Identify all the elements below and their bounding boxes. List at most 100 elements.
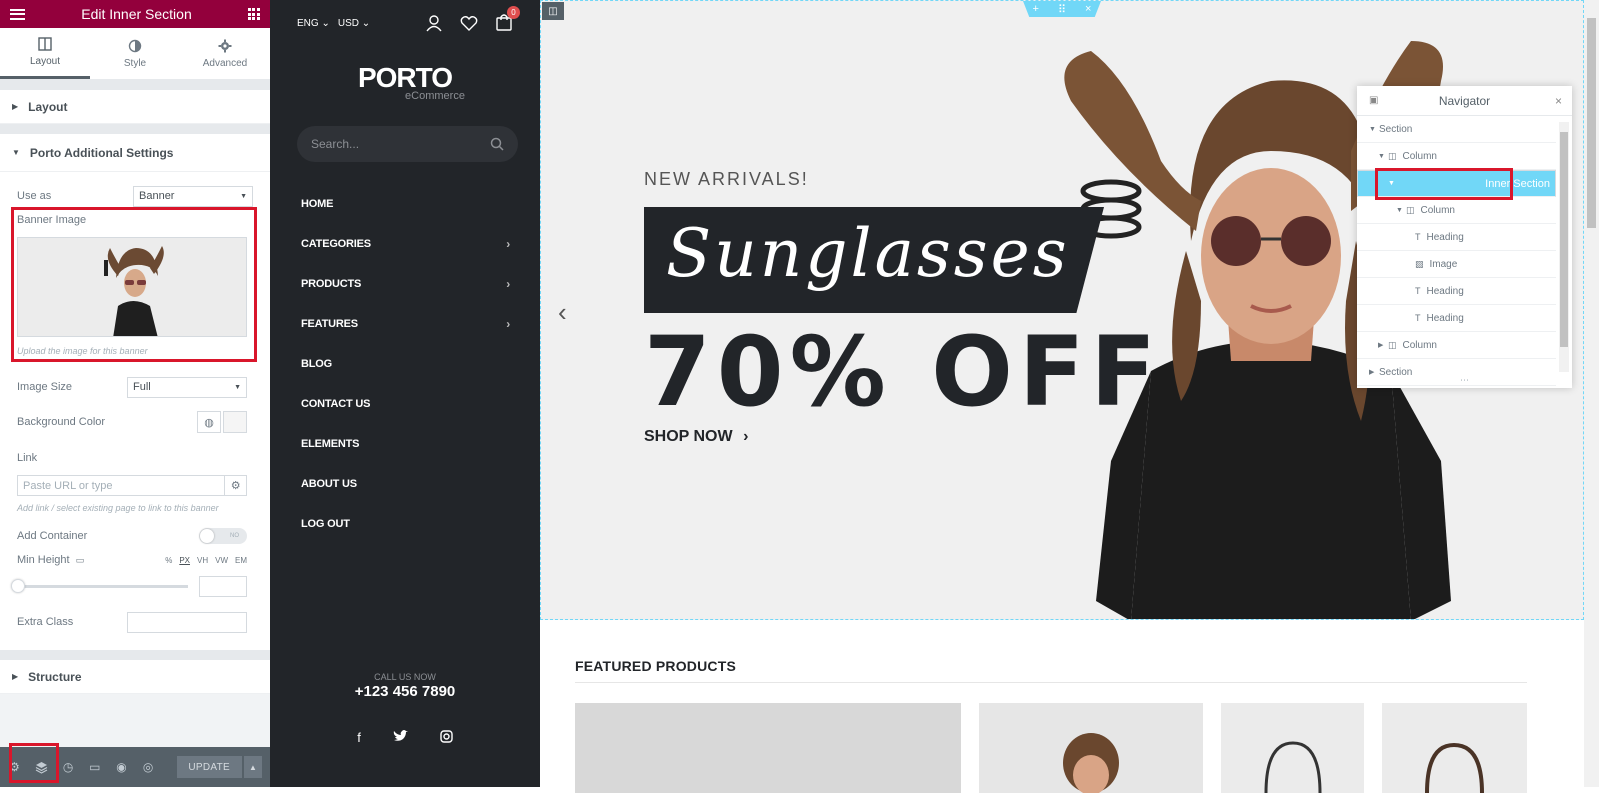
min-height-input[interactable]	[199, 576, 247, 597]
hero-eyebrow: NEW ARRIVALS!	[644, 169, 809, 189]
product-card-image[interactable]	[979, 703, 1203, 795]
menu-item[interactable]: CATEGORIES ›	[270, 224, 540, 264]
drag-handle-icon[interactable]: ⠿	[1058, 3, 1066, 16]
menu-item[interactable]: CONTACT US	[270, 384, 540, 424]
min-height-slider[interactable]	[11, 579, 189, 593]
menu-item-label: LOG OUT	[301, 518, 350, 530]
navigator-item[interactable]: T Heading	[1357, 305, 1556, 332]
menu-item-label: ABOUT US	[301, 478, 357, 490]
porto-settings-icon[interactable]: ◎	[142, 760, 155, 774]
extra-class-input[interactable]	[127, 611, 247, 633]
menu-item[interactable]: LOG OUT	[270, 504, 540, 544]
navigator-item[interactable]: ▼ ◫ Column	[1357, 143, 1556, 170]
menu-item[interactable]: ELEMENTS	[270, 424, 540, 464]
unit-vh[interactable]: VH	[197, 556, 208, 565]
navigator-item[interactable]: ▶ ◫ Column	[1357, 332, 1556, 359]
image-size-select[interactable]: Full ▼	[127, 376, 247, 398]
page-scrollbar[interactable]	[1584, 0, 1599, 787]
search-icon[interactable]	[490, 137, 504, 151]
menu-item[interactable]: PRODUCTS ›	[270, 264, 540, 304]
collapse-all-icon[interactable]: ▣	[1369, 95, 1378, 106]
section-edit-bar[interactable]: + ⠿ ×	[1023, 1, 1101, 17]
section-structure-toggle[interactable]: ▶ Structure	[0, 660, 270, 694]
tab-style[interactable]: Style	[90, 28, 180, 79]
phone-number[interactable]: +123 456 7890	[270, 683, 540, 700]
currency-switcher[interactable]: USD ⌄	[338, 18, 370, 29]
twitter-icon[interactable]	[393, 730, 408, 743]
product-card-image[interactable]	[575, 703, 961, 793]
menu-icon[interactable]	[10, 8, 25, 20]
navigator-item-label: Section	[1379, 123, 1413, 135]
history-icon[interactable]: ◷	[62, 760, 75, 774]
responsive-mode-icon[interactable]: ▭	[88, 760, 101, 774]
account-icon[interactable]	[425, 14, 443, 32]
caret-down-icon[interactable]: ▼	[1378, 153, 1388, 160]
use-as-select[interactable]: Banner ▼	[133, 185, 253, 207]
cart-button[interactable]: 0	[495, 5, 520, 34]
unit-em[interactable]: EM	[235, 556, 247, 565]
globe-icon[interactable]: ◍	[197, 411, 221, 433]
language-value: ENG	[297, 17, 319, 29]
navigator-item-label: Heading	[1426, 312, 1464, 324]
social-links: f	[270, 730, 540, 745]
menu-item[interactable]: FEATURES ›	[270, 304, 540, 344]
navigator-item[interactable]: ▨ Image	[1357, 251, 1556, 278]
facebook-icon[interactable]: f	[357, 730, 361, 745]
product-card-image[interactable]	[1382, 703, 1527, 794]
layout-icon	[38, 37, 52, 51]
instagram-icon[interactable]	[440, 730, 453, 743]
search-placeholder: Search...	[311, 137, 360, 151]
navigator-item[interactable]: T Heading	[1357, 278, 1556, 305]
search-input[interactable]: Search...	[297, 126, 518, 162]
slider-handle[interactable]	[11, 579, 25, 593]
update-button[interactable]: UPDATE	[176, 756, 242, 778]
shop-now-link[interactable]: SHOP NOW ›	[644, 428, 748, 446]
publish-options-chevron-up-icon[interactable]: ▲	[243, 756, 262, 778]
menu-item[interactable]: ABOUT US	[270, 464, 540, 504]
divider	[0, 80, 270, 90]
navigator-scrollbar[interactable]	[1559, 122, 1569, 372]
close-icon[interactable]: ×	[1555, 94, 1562, 108]
caret-down-icon[interactable]: ▼	[1369, 126, 1379, 133]
product-card-image[interactable]	[1221, 703, 1364, 794]
preview-eye-icon[interactable]: ◉	[115, 760, 128, 774]
menu-item[interactable]: HOME	[270, 184, 540, 224]
widgets-grid-icon[interactable]	[247, 8, 260, 20]
link-control: Paste URL or type ⚙	[17, 475, 247, 496]
add-container-toggle[interactable]: NO	[199, 528, 247, 544]
hero-headline: Sunglasses	[666, 215, 1070, 292]
unit-percent[interactable]: %	[165, 556, 172, 565]
section-porto-toggle[interactable]: ▼ Porto Additional Settings	[0, 134, 270, 172]
column-handle-icon[interactable]: ◫	[542, 2, 564, 20]
wishlist-heart-icon[interactable]	[460, 15, 478, 32]
link-options-gear-icon[interactable]: ⚙	[225, 475, 247, 496]
site-logo[interactable]: PORTO eCommerce	[270, 62, 540, 102]
panel-tabs: Layout Style Advanced	[0, 28, 270, 80]
slider-prev-chevron-left-icon[interactable]: ‹	[558, 297, 567, 328]
tab-layout[interactable]: Layout	[0, 28, 90, 79]
menu-item-label: BLOG	[301, 358, 332, 370]
navigator-item[interactable]: T Heading	[1357, 224, 1556, 251]
heading-icon: T	[1415, 232, 1421, 242]
add-icon[interactable]: +	[1033, 3, 1039, 15]
navigator-item[interactable]: ▼ Section	[1357, 116, 1556, 143]
unit-vw[interactable]: VW	[215, 556, 228, 565]
caret-down-icon[interactable]: ▼	[1396, 207, 1406, 214]
desktop-icon[interactable]: ▭	[76, 555, 85, 566]
close-icon[interactable]: ×	[1085, 3, 1091, 15]
navigator-header[interactable]: ▣ Navigator ×	[1357, 86, 1572, 116]
menu-item[interactable]: BLOG	[270, 344, 540, 384]
scrollbar-thumb[interactable]	[1587, 18, 1596, 228]
navigator-item[interactable]: ▼ ◫ Column	[1357, 197, 1556, 224]
link-input[interactable]: Paste URL or type	[17, 475, 226, 496]
site-sidebar: ENG ⌄ USD ⌄ 0 PORTO eCommerce Search... …	[270, 0, 540, 787]
color-swatch[interactable]	[223, 411, 247, 433]
scrollbar-thumb[interactable]	[1560, 132, 1568, 347]
section-layout-toggle[interactable]: ▶ Layout	[0, 90, 270, 124]
menu-item-label: PRODUCTS	[301, 278, 362, 290]
language-switcher[interactable]: ENG ⌄	[297, 18, 330, 29]
unit-px[interactable]: PX	[179, 556, 190, 565]
tab-advanced[interactable]: Advanced	[180, 28, 270, 79]
caret-right-icon[interactable]: ▶	[1378, 341, 1388, 349]
resize-handle-icon[interactable]: ⋯	[1357, 375, 1572, 386]
